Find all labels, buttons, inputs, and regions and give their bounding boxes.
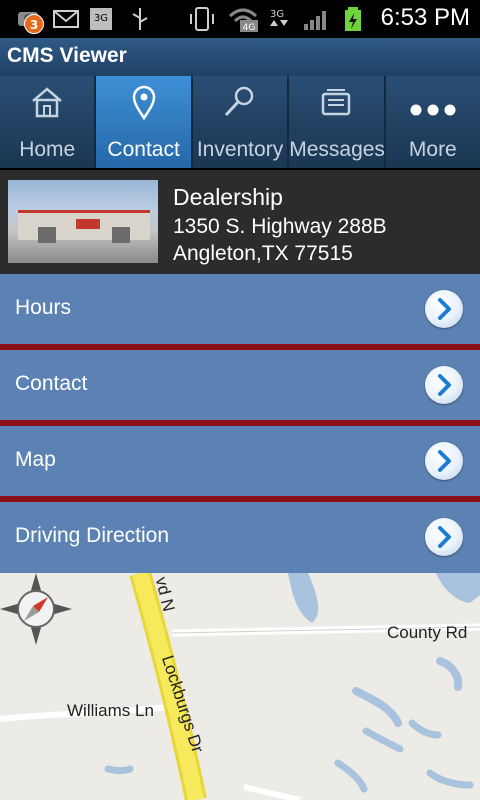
water-feature (436, 573, 480, 603)
menu-item-label: Hours (15, 296, 72, 319)
water-feature (352, 687, 402, 727)
dealer-photo (8, 180, 158, 263)
chevron-right-icon[interactable] (425, 290, 463, 328)
map-view[interactable]: vd N County Rd Lockburgs Dr Williams Ln (0, 573, 480, 800)
menu-item-label: Contact (15, 372, 88, 395)
water-feature (426, 769, 474, 789)
4g-wifi-icon: 4G (228, 8, 258, 32)
tab-inventory-label: Inventory (196, 138, 284, 161)
chevron-right-icon[interactable] (425, 518, 463, 556)
store-door (112, 227, 130, 243)
dealer-name: Dealership (173, 184, 283, 210)
3g-icon: 3G (90, 8, 112, 30)
more-icon (410, 104, 456, 116)
menu-item-label: Map (15, 448, 56, 471)
location-pin-icon (132, 85, 155, 120)
battery-icon (345, 7, 361, 31)
clock: 6:53 PM (380, 4, 470, 31)
tab-contact-label: Contact (107, 138, 180, 161)
water-feature (334, 759, 368, 793)
search-icon (224, 86, 254, 117)
tab-contact[interactable]: Contact (96, 76, 193, 168)
compass-icon[interactable] (0, 573, 72, 645)
water-feature (436, 657, 463, 691)
tab-bar: Home Contact Inventory Messages More (0, 76, 480, 168)
tab-home[interactable]: Home (0, 76, 97, 168)
notification-count-badge: 3 (24, 14, 44, 34)
email-icon (53, 10, 79, 28)
water-feature (408, 719, 442, 739)
dealer-address-line2: Angleton,TX 77515 (173, 242, 353, 265)
usb-icon (132, 8, 148, 30)
home-icon (32, 87, 63, 118)
tab-messages[interactable]: Messages (289, 76, 386, 168)
app-title: CMS Viewer (7, 44, 127, 67)
tab-inventory[interactable]: Inventory (193, 76, 290, 168)
map-canvas (0, 573, 480, 800)
status-bar: 3 3G 4G 3G 6:53 PM (0, 0, 480, 38)
chevron-right-icon[interactable] (425, 442, 463, 480)
map-label-williams: Williams Ln (67, 701, 154, 720)
store-door (38, 227, 56, 243)
signal-icon (304, 11, 326, 30)
map-label-county-rd: County Rd (387, 623, 468, 642)
menu-item-map[interactable]: Map (0, 426, 480, 496)
menu-item-contact[interactable]: Contact (0, 350, 480, 420)
svg-text:3G: 3G (94, 13, 108, 24)
chevron-right-icon[interactable] (425, 366, 463, 404)
water-feature (288, 573, 319, 623)
3g-data-icon: 3G (270, 9, 288, 26)
svg-text:3G: 3G (270, 9, 284, 20)
store-sign (76, 219, 100, 229)
tab-messages-label: Messages (289, 138, 385, 161)
water-feature (362, 727, 404, 753)
app-title-bar: CMS Viewer (0, 38, 480, 76)
tab-more[interactable]: More (386, 76, 480, 168)
store-building (18, 210, 150, 243)
tab-more-label: More (408, 138, 457, 161)
menu-item-driving-direction[interactable]: Driving Direction (0, 502, 480, 573)
water-feature (104, 765, 134, 774)
inbox-icon (322, 89, 351, 116)
menu-item-label: Driving Direction (15, 524, 170, 547)
dealer-address-line1: 1350 S. Highway 288B (173, 215, 387, 238)
menu-item-hours[interactable]: Hours (0, 274, 480, 344)
tab-home-label: Home (19, 138, 76, 161)
vibrate-icon (190, 7, 214, 31)
road-minor (243, 784, 301, 800)
svg-text:4G: 4G (243, 23, 256, 32)
